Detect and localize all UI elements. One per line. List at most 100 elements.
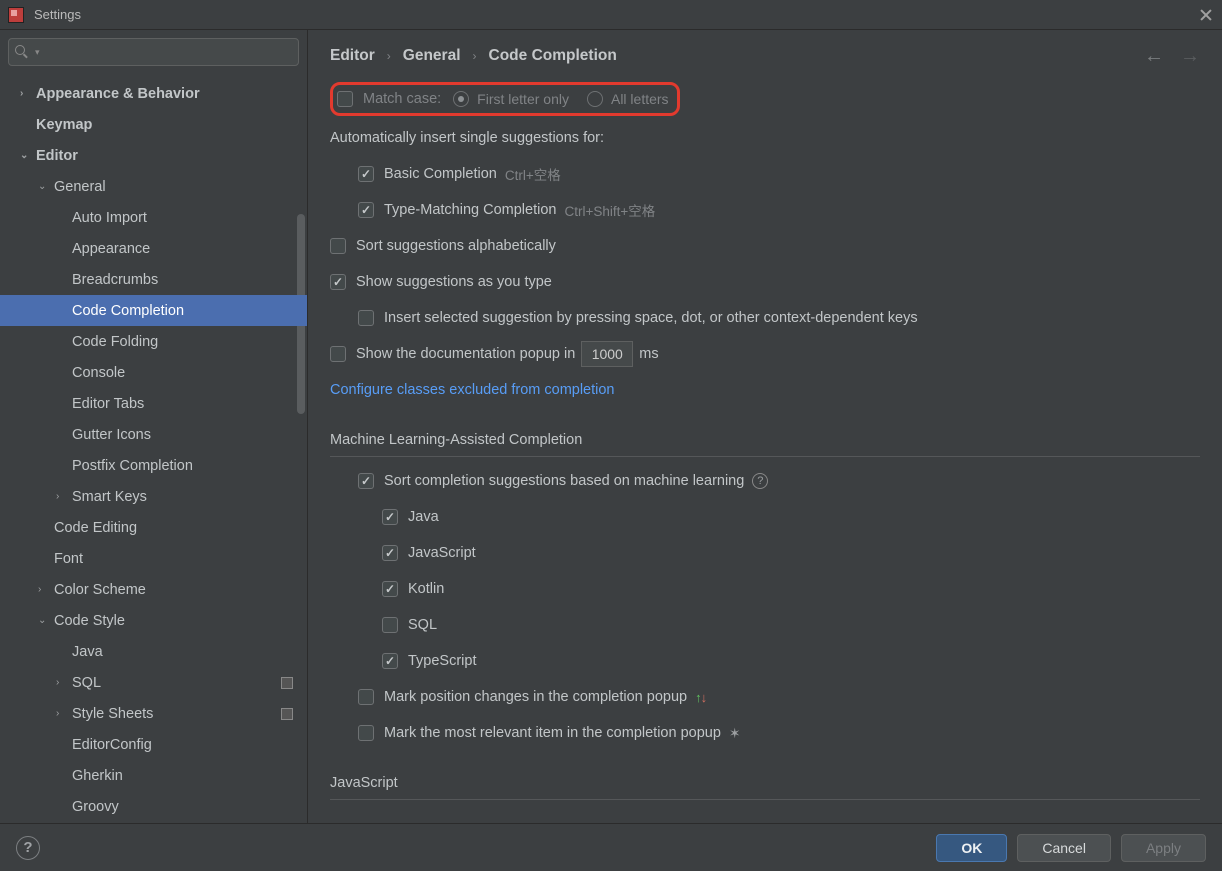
ml-lang-checkbox-kotlin[interactable]	[382, 581, 398, 597]
sidebar-item-code-folding[interactable]: Code Folding	[0, 326, 307, 357]
sidebar-item-general[interactable]: ⌄General	[0, 171, 307, 202]
sidebar-item-label: Console	[72, 365, 125, 381]
sidebar-item-label: Auto Import	[72, 210, 147, 226]
close-icon[interactable]	[1198, 7, 1214, 23]
sidebar-item-appearance[interactable]: Appearance	[0, 233, 307, 264]
sidebar-item-editorconfig[interactable]: EditorConfig	[0, 729, 307, 760]
sidebar-item-label: Gherkin	[72, 768, 123, 784]
sidebar-item-java[interactable]: Java	[0, 636, 307, 667]
search-input[interactable]	[40, 45, 292, 60]
sidebar-item-label: Color Scheme	[54, 582, 146, 598]
match-case-label: Match case:	[363, 91, 441, 107]
sidebar-item-code-style[interactable]: ⌄Code Style	[0, 605, 307, 636]
tree-arrow-icon[interactable]: ⌄	[38, 615, 54, 626]
sidebar-item-groovy[interactable]: Groovy	[0, 791, 307, 822]
ml-lang-label: SQL	[408, 617, 437, 633]
search-input-wrap[interactable]: ▾	[8, 38, 299, 66]
title-bar: Settings	[0, 0, 1222, 30]
show-typing-label: Show suggestions as you type	[356, 274, 552, 290]
sidebar-item-style-sheets[interactable]: ›Style Sheets	[0, 698, 307, 729]
sidebar-item-label: Postfix Completion	[72, 458, 193, 474]
sidebar-item-label: Code Folding	[72, 334, 158, 350]
sidebar-item-keymap[interactable]: Keymap	[0, 109, 307, 140]
sidebar-item-gherkin[interactable]: Gherkin	[0, 760, 307, 791]
type-matching-checkbox[interactable]	[358, 202, 374, 218]
doc-popup-label-a: Show the documentation popup in	[356, 346, 575, 362]
sidebar-item-font[interactable]: Font	[0, 543, 307, 574]
sidebar-item-breadcrumbs[interactable]: Breadcrumbs	[0, 264, 307, 295]
sidebar-item-label: Gutter Icons	[72, 427, 151, 443]
sidebar-item-label: Appearance & Behavior	[36, 86, 200, 102]
scheme-scope-icon	[281, 677, 293, 689]
section-divider	[330, 799, 1200, 800]
sidebar-item-label: General	[54, 179, 106, 195]
sidebar-item-color-scheme[interactable]: ›Color Scheme	[0, 574, 307, 605]
doc-popup-ms-input[interactable]	[581, 341, 633, 367]
insert-space-label: Insert selected suggestion by pressing s…	[384, 310, 918, 326]
sidebar-item-label: Editor	[36, 148, 78, 164]
sidebar-item-code-completion[interactable]: Code Completion	[0, 295, 307, 326]
star-icon: ✶	[729, 725, 741, 742]
sidebar-item-code-editing[interactable]: Code Editing	[0, 512, 307, 543]
sort-alpha-checkbox[interactable]	[330, 238, 346, 254]
ml-mark-pos-checkbox[interactable]	[358, 689, 374, 705]
ml-lang-checkbox-typescript[interactable]	[382, 653, 398, 669]
settings-tree: ›Appearance & BehaviorKeymap⌄Editor⌄Gene…	[0, 74, 307, 823]
breadcrumb-editor[interactable]: Editor	[330, 47, 375, 65]
ml-lang-checkbox-javascript[interactable]	[382, 545, 398, 561]
type-matching-hint: Ctrl+Shift+空格	[564, 200, 655, 220]
match-case-all-radio[interactable]	[587, 91, 603, 107]
configure-excluded-link[interactable]: Configure classes excluded from completi…	[330, 382, 615, 398]
tree-arrow-icon[interactable]: ⌄	[38, 181, 54, 192]
sidebar-item-gutter-icons[interactable]: Gutter Icons	[0, 419, 307, 450]
window-title: Settings	[34, 7, 81, 22]
ml-lang-checkbox-sql[interactable]	[382, 617, 398, 633]
doc-popup-checkbox[interactable]	[330, 346, 346, 362]
sidebar-item-appearance-behavior[interactable]: ›Appearance & Behavior	[0, 78, 307, 109]
tree-arrow-icon[interactable]: ›	[56, 677, 72, 688]
insert-space-checkbox[interactable]	[358, 310, 374, 326]
nav-forward-icon: →	[1180, 45, 1200, 68]
show-typing-checkbox[interactable]	[330, 274, 346, 290]
tree-arrow-icon[interactable]: ›	[20, 88, 36, 99]
tree-arrow-icon[interactable]: ›	[56, 708, 72, 719]
basic-completion-checkbox[interactable]	[358, 166, 374, 182]
dialog-footer: ? OK Cancel Apply	[0, 823, 1222, 871]
match-case-first-radio[interactable]	[453, 91, 469, 107]
sidebar-item-console[interactable]: Console	[0, 357, 307, 388]
tree-arrow-icon[interactable]: ›	[56, 491, 72, 502]
ml-lang-checkbox-java[interactable]	[382, 509, 398, 525]
tree-arrow-icon[interactable]: ⌄	[20, 150, 36, 161]
breadcrumb-general[interactable]: General	[403, 47, 461, 65]
settings-sidebar: ▾ ›Appearance & BehaviorKeymap⌄Editor⌄Ge…	[0, 30, 308, 823]
ml-lang-label: JavaScript	[408, 545, 476, 561]
breadcrumb-code-completion: Code Completion	[489, 47, 617, 65]
cancel-button[interactable]: Cancel	[1017, 834, 1111, 862]
ml-mark-relevant-checkbox[interactable]	[358, 725, 374, 741]
sidebar-item-sql[interactable]: ›SQL	[0, 667, 307, 698]
nav-back-icon[interactable]: ←	[1144, 45, 1164, 68]
tree-arrow-icon[interactable]: ›	[38, 584, 54, 595]
sidebar-item-editor-tabs[interactable]: Editor Tabs	[0, 388, 307, 419]
sort-alpha-label: Sort suggestions alphabetically	[356, 238, 556, 254]
ok-button[interactable]: OK	[936, 834, 1007, 862]
breadcrumb: Editor › General › Code Completion ← →	[308, 30, 1222, 82]
help-icon[interactable]: ?	[752, 473, 768, 489]
updown-icon: ↑↓	[695, 690, 706, 705]
sidebar-item-postfix-completion[interactable]: Postfix Completion	[0, 450, 307, 481]
apply-button[interactable]: Apply	[1121, 834, 1206, 862]
sidebar-item-label: Editor Tabs	[72, 396, 144, 412]
sidebar-item-label: Code Style	[54, 613, 125, 629]
sidebar-item-label: SQL	[72, 675, 101, 691]
footer-help-icon[interactable]: ?	[16, 836, 40, 860]
sidebar-item-editor[interactable]: ⌄Editor	[0, 140, 307, 171]
match-case-checkbox[interactable]	[337, 91, 353, 107]
ml-sort-checkbox[interactable]	[358, 473, 374, 489]
doc-popup-label-b: ms	[639, 346, 658, 362]
sidebar-item-label: Code Completion	[72, 303, 184, 319]
sidebar-item-auto-import[interactable]: Auto Import	[0, 202, 307, 233]
scheme-scope-icon	[281, 708, 293, 720]
match-case-first-label: First letter only	[477, 91, 569, 107]
match-case-all-label: All letters	[611, 91, 669, 107]
sidebar-item-smart-keys[interactable]: ›Smart Keys	[0, 481, 307, 512]
